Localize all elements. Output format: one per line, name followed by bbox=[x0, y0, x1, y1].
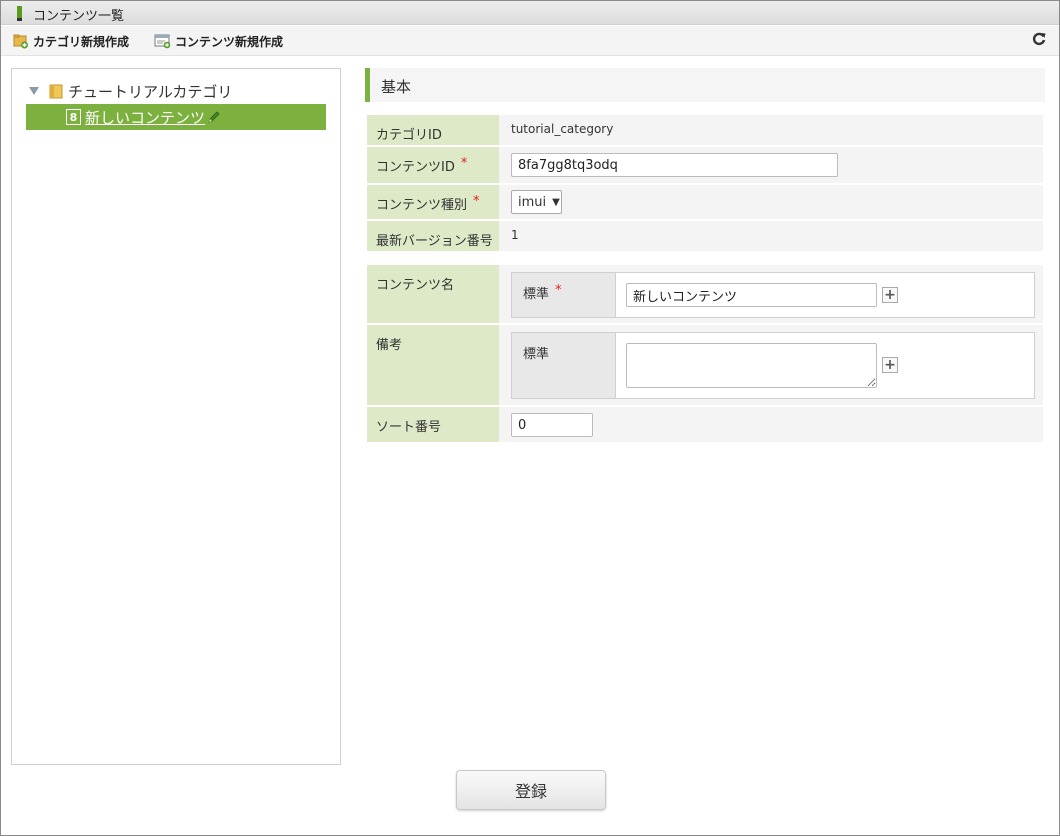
required-mark: * bbox=[555, 283, 562, 298]
content-add-icon bbox=[154, 34, 171, 49]
row-content-id: コンテンツID * bbox=[367, 147, 1043, 183]
row-content-name: コンテンツ名 標準 * + bbox=[367, 265, 1043, 323]
new-content-label: コンテンツ新規作成 bbox=[175, 34, 284, 49]
toolbar: カテゴリ新規作成 コンテンツ新規作成 bbox=[1, 26, 1059, 56]
section-header-basic: 基本 bbox=[365, 68, 1045, 102]
new-category-label: カテゴリ新規作成 bbox=[33, 34, 130, 49]
sort-number-input[interactable] bbox=[511, 413, 593, 437]
row-content-type: コンテンツ種別 * imui ▼ bbox=[367, 185, 1043, 219]
content-name-locale-label: 標準 * bbox=[512, 273, 616, 317]
title-marker-icon bbox=[17, 6, 22, 21]
title-bar: コンテンツ一覧 bbox=[1, 1, 1059, 25]
content-id-input[interactable] bbox=[511, 153, 838, 177]
latest-version-value: 1 bbox=[511, 228, 519, 242]
content-type-select[interactable]: imui ▼ bbox=[511, 190, 562, 214]
remarks-label-text: 備考 bbox=[376, 338, 403, 353]
category-id-value: tutorial_category bbox=[511, 122, 614, 136]
row-category-id: カテゴリID tutorial_category bbox=[367, 115, 1043, 145]
folder-add-icon bbox=[13, 34, 28, 49]
row-latest-version: 最新バージョン番号 1 bbox=[367, 221, 1043, 251]
locale-standard-text: 標準 bbox=[523, 347, 550, 362]
content-type-selected-value: imui bbox=[518, 194, 547, 210]
category-tree-panel: チュートリアルカテゴリ 8 新しいコンテンツ bbox=[11, 68, 341, 765]
content-id-label-text: コンテンツID bbox=[376, 160, 455, 175]
content-id-label: コンテンツID * bbox=[367, 147, 499, 183]
tree-root-category[interactable]: チュートリアルカテゴリ bbox=[28, 81, 232, 101]
section-title: 基本 bbox=[381, 78, 412, 96]
pencil-icon[interactable] bbox=[207, 110, 221, 124]
sort-number-label: ソート番号 bbox=[367, 407, 499, 442]
triangle-down-icon[interactable] bbox=[28, 85, 40, 97]
category-id-label-text: カテゴリID bbox=[376, 128, 442, 143]
row-remarks: 備考 標準 + bbox=[367, 325, 1043, 405]
row-sort-number: ソート番号 bbox=[367, 407, 1043, 442]
required-mark: * bbox=[460, 156, 468, 171]
new-content-button[interactable]: コンテンツ新規作成 bbox=[154, 30, 283, 52]
sort-number-label-text: ソート番号 bbox=[376, 420, 442, 435]
add-locale-plus-icon[interactable]: + bbox=[882, 357, 898, 373]
content-badge-icon: 8 bbox=[66, 109, 81, 125]
latest-version-label-text: 最新バージョン番号 bbox=[376, 234, 493, 249]
required-mark: * bbox=[473, 194, 480, 209]
content-name-input[interactable] bbox=[626, 283, 877, 307]
tree-node-label[interactable]: 新しいコンテンツ bbox=[85, 107, 205, 128]
new-category-button[interactable]: カテゴリ新規作成 bbox=[13, 30, 129, 52]
tree-node-selected-content[interactable]: 8 新しいコンテンツ bbox=[26, 104, 326, 130]
window-title: コンテンツ一覧 bbox=[33, 9, 125, 24]
content-name-label-text: コンテンツ名 bbox=[376, 278, 455, 293]
register-button[interactable]: 登録 bbox=[456, 770, 606, 810]
content-type-label-text: コンテンツ種別 bbox=[376, 198, 468, 213]
content-name-locale-box: 標準 * + bbox=[511, 272, 1035, 318]
locale-standard-text: 標準 bbox=[523, 287, 550, 302]
content-type-label: コンテンツ種別 * bbox=[367, 185, 499, 219]
chevron-down-icon: ▼ bbox=[552, 196, 560, 208]
latest-version-label: 最新バージョン番号 bbox=[367, 221, 499, 251]
remarks-textarea[interactable] bbox=[626, 343, 877, 388]
content-name-label: コンテンツ名 bbox=[367, 265, 499, 323]
folder-icon bbox=[49, 84, 63, 99]
tree-root-label: チュートリアルカテゴリ bbox=[68, 82, 233, 101]
remarks-label: 備考 bbox=[367, 325, 499, 405]
add-locale-plus-icon[interactable]: + bbox=[882, 287, 898, 303]
remarks-locale-box: 標準 + bbox=[511, 332, 1035, 399]
category-id-label: カテゴリID bbox=[367, 115, 499, 145]
refresh-icon[interactable] bbox=[1031, 31, 1047, 47]
remarks-locale-label: 標準 bbox=[512, 333, 616, 398]
